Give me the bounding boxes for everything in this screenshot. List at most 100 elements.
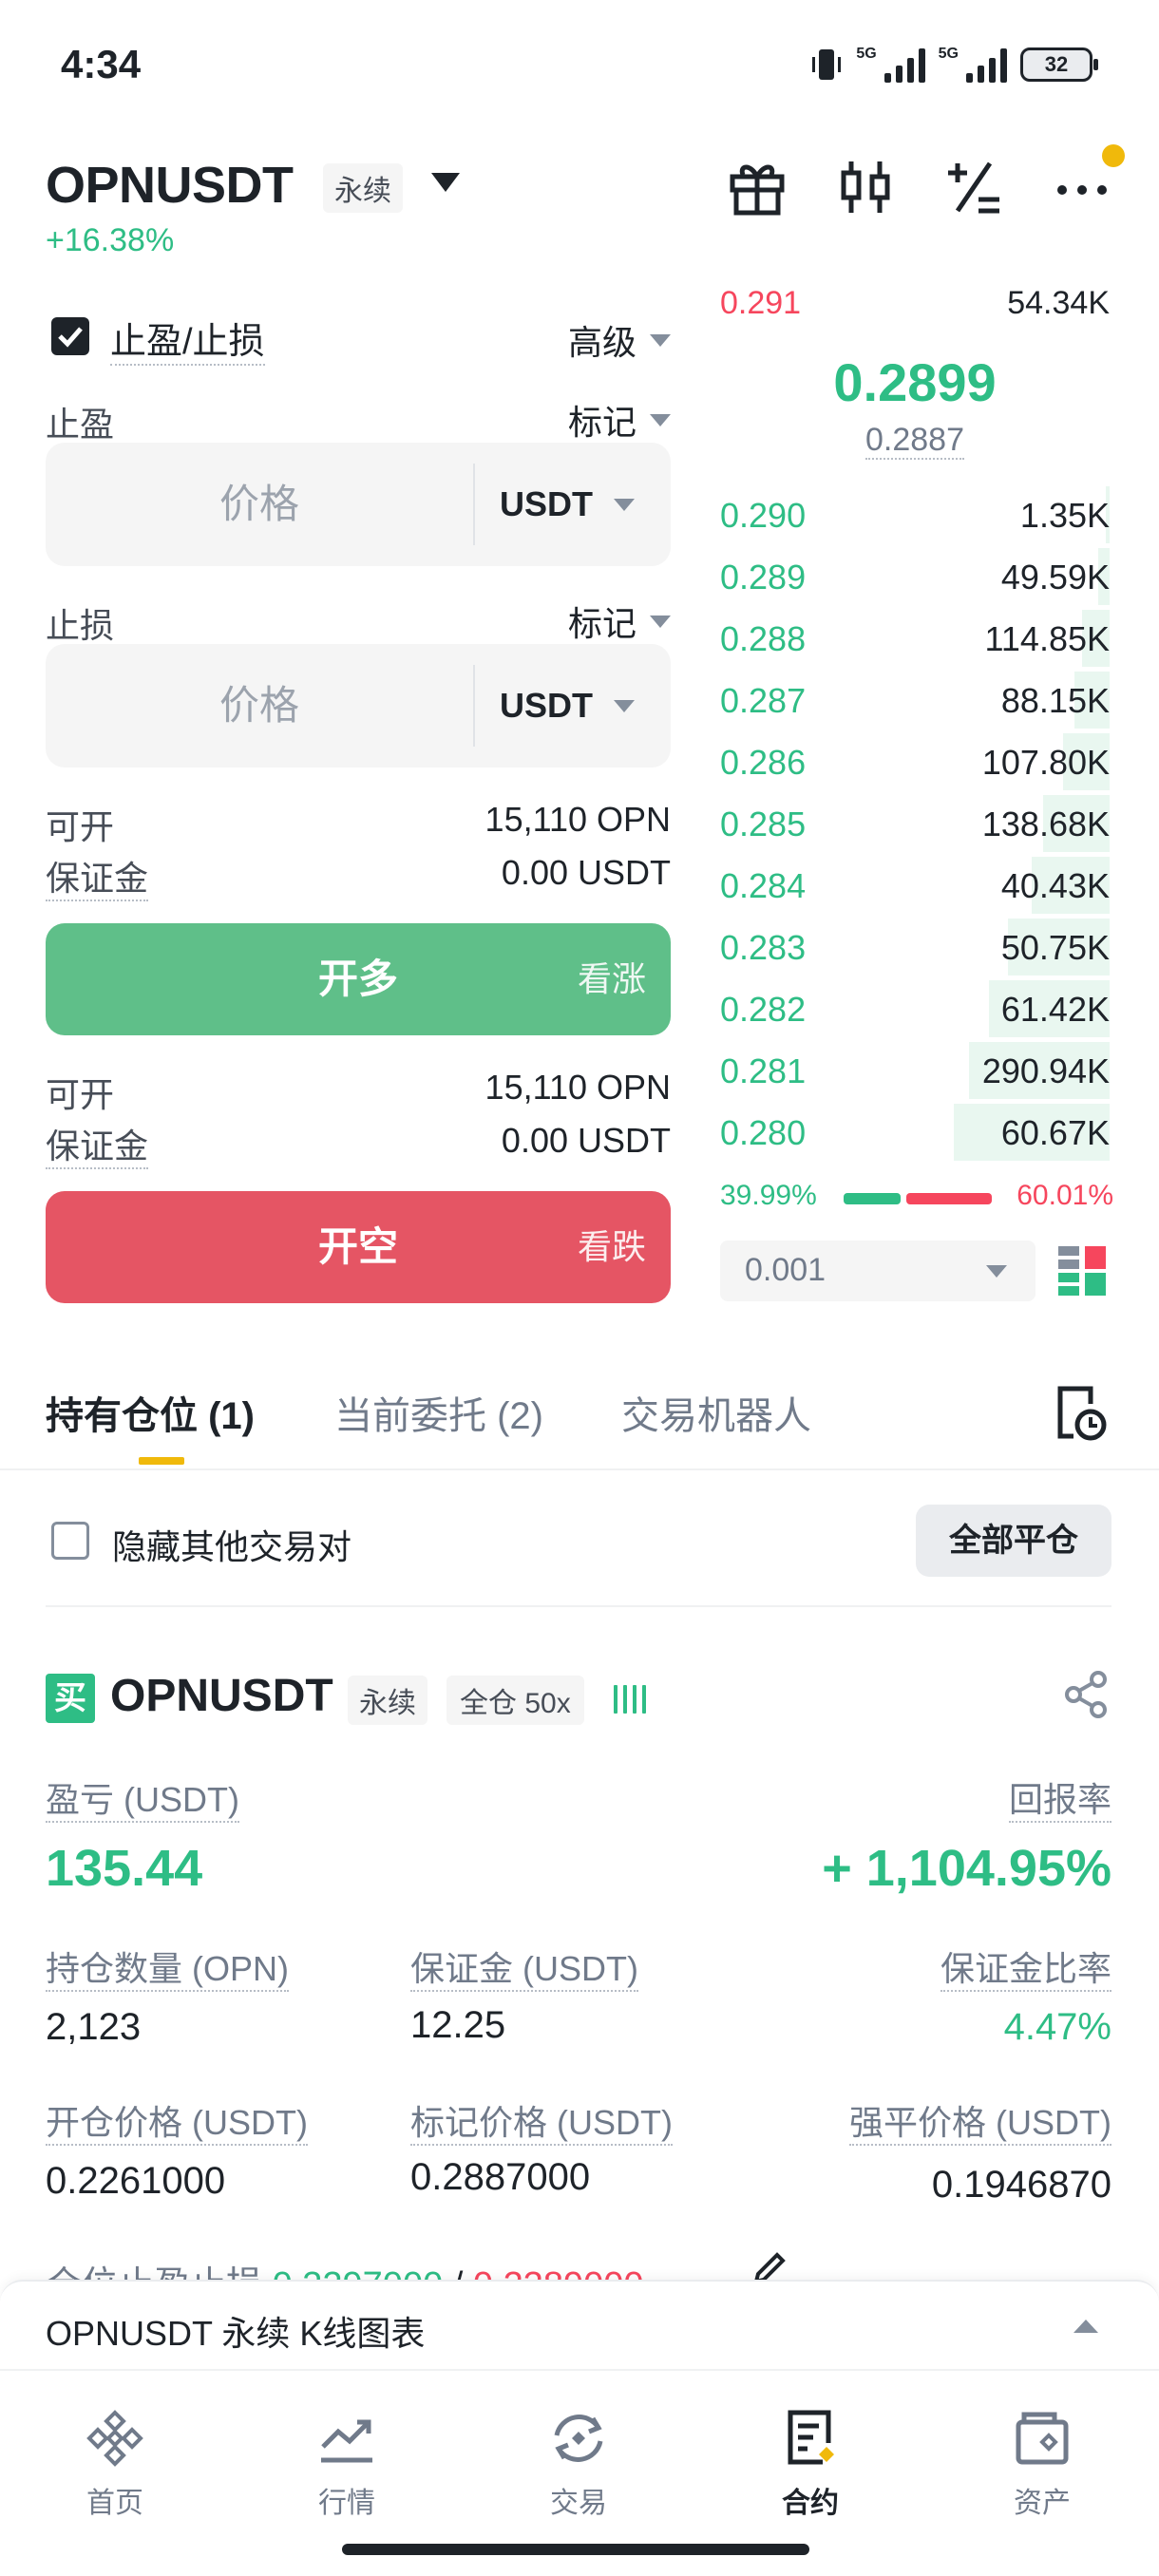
mark-price-value: 0.2887000 <box>410 2156 591 2198</box>
long-available-value: 15,110 OPN <box>484 800 671 839</box>
chevron-up-icon[interactable] <box>1074 2320 1098 2333</box>
stop-loss-label: 止损 <box>46 606 115 645</box>
mark-price-label: 标记价格 (USDT) <box>410 2095 673 2146</box>
tp-unit-dropdown[interactable]: USDT <box>500 443 635 566</box>
bid-price: 0.280 <box>720 1113 807 1152</box>
trade-swap-icon <box>554 2415 603 2462</box>
tpsl-label: 止盈/止损 <box>110 312 265 366</box>
liq-price-value: 0.1946870 <box>931 2164 1112 2206</box>
signal-icon-2 <box>966 47 1007 83</box>
bid-qty: 1.35K <box>1019 496 1110 535</box>
open-long-button[interactable]: 开多 看涨 <box>46 923 671 1035</box>
margin-ratio-value: 4.47% <box>1003 2006 1112 2048</box>
sell-ratio-fill <box>905 1193 992 1204</box>
long-available-label: 可开 <box>46 807 115 846</box>
bid-qty: 50.75K <box>1000 928 1110 967</box>
bid-row[interactable]: 0.283 50.75K <box>720 919 1110 980</box>
sl-unit-dropdown[interactable]: USDT <box>500 644 635 767</box>
nav-trade[interactable]: 交易 <box>498 2405 659 2521</box>
bid-qty: 60.67K <box>1000 1113 1110 1152</box>
calculator-icon[interactable] <box>940 154 1007 220</box>
bid-row[interactable]: 0.285 138.68K <box>720 795 1110 857</box>
open-short-button[interactable]: 开空 看跌 <box>46 1191 671 1303</box>
order-history-icon[interactable] <box>1053 1383 1110 1442</box>
bid-row[interactable]: 0.284 40.43K <box>720 857 1110 919</box>
entry-price-value: 0.2261000 <box>46 2160 226 2202</box>
hide-other-pairs-label[interactable]: 隐藏其他交易对 <box>112 1520 352 1569</box>
symbol-title[interactable]: OPNUSDT <box>46 156 294 215</box>
position-symbol[interactable]: OPNUSDT <box>110 1670 333 1722</box>
precision-dropdown[interactable]: 0.001 <box>720 1241 1036 1301</box>
position-size-value: 2,123 <box>46 2006 142 2048</box>
ask-price-partial: 0.291 <box>720 285 802 321</box>
margin-mode-tag[interactable]: 全仓 50x <box>446 1676 584 1725</box>
wallet-icon <box>1016 2412 1069 2465</box>
sl-price-input[interactable]: 价格 USDT <box>46 644 671 767</box>
take-profit-label: 止盈 <box>46 405 115 444</box>
position-margin-value: 12.25 <box>410 2004 506 2046</box>
contract-type-tag: 永续 <box>323 163 403 213</box>
bid-row[interactable]: 0.280 60.67K <box>720 1104 1110 1165</box>
close-all-button[interactable]: 全部平仓 <box>916 1505 1112 1577</box>
market-chart-icon <box>321 2419 372 2463</box>
nav-markets[interactable]: 行情 <box>266 2405 428 2521</box>
divider <box>46 1605 1112 1607</box>
bid-row[interactable]: 0.282 61.42K <box>720 980 1110 1042</box>
bid-price: 0.288 <box>720 619 807 658</box>
bid-qty: 114.85K <box>984 619 1110 658</box>
sl-price-placeholder: 价格 <box>218 683 299 728</box>
share-icon[interactable] <box>1062 1670 1110 1719</box>
advanced-dropdown[interactable]: 高级 <box>568 315 671 365</box>
notification-dot <box>1102 144 1125 167</box>
kline-chart-panel[interactable]: OPNUSDT 永续 K线图表 <box>0 2280 1159 2369</box>
signal-icon <box>884 47 925 83</box>
bid-row[interactable]: 0.287 88.15K <box>720 672 1110 733</box>
pnl-value: 135.44 <box>46 1840 203 1897</box>
last-price[interactable]: 0.2899 <box>720 351 1110 413</box>
candlestick-icon[interactable] <box>832 154 899 220</box>
nav-futures[interactable]: 合约 <box>730 2405 891 2521</box>
chevron-down-icon <box>650 333 671 347</box>
sell-ratio: 60.01% <box>1016 1180 1113 1211</box>
position-size-label: 持仓数量 (OPN) <box>46 1941 289 1992</box>
symbol-dropdown-icon[interactable] <box>431 173 460 192</box>
bid-price: 0.282 <box>720 990 807 1029</box>
tp-price-input[interactable]: 价格 USDT <box>46 443 671 566</box>
futures-doc-icon <box>788 2410 834 2465</box>
bid-row[interactable]: 0.288 114.85K <box>720 610 1110 672</box>
tp-trigger-dropdown[interactable]: 标记 <box>568 395 671 445</box>
chevron-down-icon <box>650 615 671 628</box>
status-time: 4:34 <box>61 42 142 86</box>
bid-qty: 88.15K <box>1000 681 1110 720</box>
short-available-label: 可开 <box>46 1075 115 1114</box>
long-margin-value: 0.00 USDT <box>501 853 671 892</box>
bid-row[interactable]: 0.289 49.59K <box>720 548 1110 610</box>
sl-trigger-dropdown[interactable]: 标记 <box>568 597 671 646</box>
tab-open-orders[interactable]: 当前委托 (2) <box>334 1385 543 1440</box>
adl-indicator-icon <box>614 1681 646 1714</box>
bid-row[interactable]: 0.281 290.94K <box>720 1042 1110 1104</box>
tab-positions[interactable]: 持有仓位 (1) <box>46 1385 255 1440</box>
home-indicator[interactable] <box>342 2544 809 2555</box>
long-margin-label: 保证金 <box>46 851 149 901</box>
bid-qty: 49.59K <box>1000 558 1110 597</box>
pnl-label: 盈亏 (USDT) <box>46 1772 239 1823</box>
network-type-1: 5G <box>856 46 877 62</box>
tpsl-checkbox[interactable] <box>51 317 89 355</box>
orderbook-layout-icon[interactable] <box>1058 1246 1106 1296</box>
side-badge: 买 <box>46 1674 95 1723</box>
gift-icon[interactable] <box>724 154 790 220</box>
nav-assets[interactable]: 资产 <box>961 2405 1123 2521</box>
bid-row[interactable]: 0.286 107.80K <box>720 733 1110 795</box>
tab-trading-bots[interactable]: 交易机器人 <box>621 1385 811 1440</box>
position-contract-tag: 永续 <box>348 1676 428 1725</box>
nav-home[interactable]: 首页 <box>34 2405 196 2521</box>
margin-ratio-label: 保证金比率 <box>940 1941 1112 1992</box>
hide-other-pairs-checkbox[interactable] <box>51 1522 89 1560</box>
bid-qty: 290.94K <box>981 1051 1110 1090</box>
short-margin-value: 0.00 USDT <box>501 1121 671 1160</box>
kline-panel-title: OPNUSDT 永续 K线图表 <box>46 2314 426 2353</box>
bid-row[interactable]: 0.290 1.35K <box>720 486 1110 548</box>
bid-qty: 107.80K <box>981 743 1110 782</box>
buy-ratio-fill <box>844 1193 901 1204</box>
